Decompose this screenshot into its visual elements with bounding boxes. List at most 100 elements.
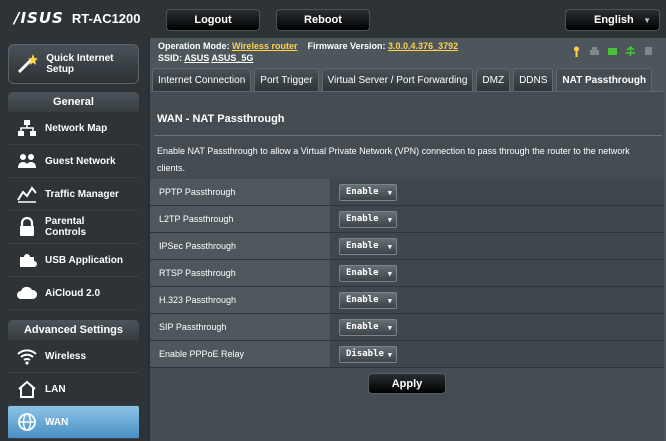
chevron-down-icon: ▼ (387, 242, 392, 251)
l2tp-passthrough-select[interactable]: Enable ▼ (339, 210, 397, 228)
sidebar-item-parental-controls[interactable]: Parental Controls (8, 211, 139, 244)
pptp-passthrough-select[interactable]: Enable ▼ (339, 183, 397, 201)
operation-mode-label: Operation Mode: (158, 41, 230, 51)
cloud-icon (15, 281, 39, 305)
chevron-down-icon: ▼ (643, 16, 651, 25)
sidebar-item-lan[interactable]: LAN (8, 373, 139, 406)
ipsec-passthrough-select[interactable]: Enable ▼ (339, 237, 397, 255)
page-title: WAN - NAT Passthrough (157, 113, 285, 125)
network-map-icon (15, 116, 39, 140)
setting-row-ipsec: IPSec Passthrough Enable ▼ (150, 233, 664, 260)
tab-virtual-server[interactable]: Virtual Server / Port Forwarding (321, 68, 474, 91)
brand-logo-text: /ISUS (14, 9, 64, 27)
apply-button[interactable]: Apply (368, 373, 446, 394)
chevron-down-icon: ▼ (387, 323, 392, 332)
router-model: RT-AC1200 (71, 10, 141, 26)
tab-dmz[interactable]: DMZ (476, 68, 511, 91)
divider (154, 135, 662, 136)
general-section-heading: General (8, 92, 139, 112)
advanced-settings-heading: Advanced Settings (8, 320, 139, 340)
status-icons (571, 44, 654, 57)
firmware-label: Firmware Version: (307, 41, 386, 51)
printer-icon[interactable] (589, 44, 600, 55)
tab-internet-connection[interactable]: Internet Connection (152, 68, 252, 91)
setting-row-sip: SIP Passthrough Enable ▼ (150, 314, 664, 341)
setting-label: Enable PPPoE Relay (150, 341, 330, 367)
key-icon[interactable] (571, 44, 582, 57)
sidebar-item-label: Network Map (45, 122, 108, 134)
sidebar-item-guest-network[interactable]: Guest Network (8, 145, 139, 178)
chevron-down-icon: ▼ (387, 269, 392, 278)
setting-label: RTSP Passthrough (150, 260, 330, 286)
chevron-down-icon: ▼ (387, 215, 392, 224)
sidebar-item-traffic-manager[interactable]: Traffic Manager (8, 178, 139, 211)
description-text: Enable NAT Passthrough to allow a Virtua… (157, 146, 630, 173)
tab-port-trigger[interactable]: Port Trigger (254, 68, 319, 91)
settings-table: PPTP Passthrough Enable ▼ L2TP Passthroug… (150, 179, 664, 368)
select-value: Enable (346, 187, 379, 197)
sidebar-item-label: Parental Controls (45, 216, 87, 238)
setting-label: PPTP Passthrough (150, 179, 330, 205)
chevron-down-icon: ▼ (387, 350, 392, 359)
wifi-icon (15, 344, 39, 368)
sidebar-item-wan[interactable]: WAN (8, 406, 139, 439)
asus-logo: /ISUS RT-AC1200 (14, 7, 141, 29)
setting-row-l2tp: L2TP Passthrough Enable ▼ (150, 206, 664, 233)
sidebar-item-label: Guest Network (45, 155, 116, 167)
wand-icon (14, 50, 40, 78)
network-status-icon[interactable] (625, 44, 636, 56)
ssid-line: SSID: ASUS ASUS_5G (158, 53, 253, 63)
select-value: Disable (346, 349, 384, 359)
sidebar-item-network-map[interactable]: Network Map (8, 112, 139, 145)
pppoe-relay-select[interactable]: Disable ▼ (339, 345, 397, 363)
logout-button[interactable]: Logout (166, 9, 260, 31)
operation-mode-link[interactable]: Wireless router (232, 41, 297, 51)
sip-passthrough-select[interactable]: Enable ▼ (339, 318, 397, 336)
reboot-button[interactable]: Reboot (276, 9, 370, 31)
usb-icon[interactable] (643, 44, 654, 55)
h323-passthrough-select[interactable]: Enable ▼ (339, 291, 397, 309)
sidebar-item-wireless[interactable]: Wireless (8, 340, 139, 373)
firmware-version-link[interactable]: 3.0.0.4.376_3792 (388, 41, 458, 51)
usb-storage-icon[interactable] (607, 44, 618, 55)
sidebar-item-usb-application[interactable]: USB Application (8, 244, 139, 277)
select-value: Enable (346, 214, 379, 224)
advanced-menu: Wireless LAN WAN (8, 340, 139, 439)
tab-nat-passthrough[interactable]: NAT Passthrough (556, 68, 653, 91)
puzzle-icon (15, 248, 39, 272)
select-value: Enable (346, 241, 379, 251)
traffic-manager-icon (15, 182, 39, 206)
rtsp-passthrough-select[interactable]: Enable ▼ (339, 264, 397, 282)
setting-label: IPSec Passthrough (150, 233, 330, 259)
tab-ddns[interactable]: DDNS (513, 68, 554, 91)
quick-internet-setup-button[interactable]: Quick Internet Setup (8, 44, 139, 84)
chevron-down-icon: ▼ (387, 296, 392, 305)
nat-passthrough-panel: WAN - NAT Passthrough Enable NAT Passthr… (150, 91, 664, 441)
ssid-5g[interactable]: ASUS_5G (211, 53, 253, 63)
language-select[interactable]: English ▼ (565, 9, 660, 31)
sidebar: Quick Internet Setup General Network Map… (0, 38, 148, 441)
home-icon (15, 377, 39, 401)
sidebar-item-label: Wireless (45, 350, 87, 362)
sidebar-item-label: Traffic Manager (45, 188, 119, 200)
globe-icon (15, 410, 39, 434)
chevron-down-icon: ▼ (387, 188, 392, 197)
top-bar: /ISUS RT-AC1200 Logout Reboot English ▼ (0, 0, 666, 38)
setting-label: SIP Passthrough (150, 314, 330, 340)
select-value: Enable (346, 295, 379, 305)
sidebar-item-label: USB Application (45, 254, 123, 266)
sidebar-item-aicloud[interactable]: AiCloud 2.0 (8, 277, 139, 310)
general-menu: Network Map Guest Network Traffic Manage… (8, 112, 139, 310)
lock-icon (15, 215, 39, 239)
guest-network-icon (15, 149, 39, 173)
select-value: Enable (346, 322, 379, 332)
setting-row-pppoe-relay: Enable PPPoE Relay Disable ▼ (150, 341, 664, 368)
quick-setup-label: Quick Internet Setup (46, 53, 114, 75)
setting-label: H.323 Passthrough (150, 287, 330, 313)
operation-mode-line: Operation Mode: Wireless router Firmware… (158, 41, 458, 51)
ssid-2g[interactable]: ASUS (184, 53, 209, 63)
sidebar-item-label: AiCloud 2.0 (45, 287, 101, 299)
setting-row-h323: H.323 Passthrough Enable ▼ (150, 287, 664, 314)
tab-bar: Internet Connection Port Trigger Virtual… (150, 68, 666, 91)
select-value: Enable (346, 268, 379, 278)
